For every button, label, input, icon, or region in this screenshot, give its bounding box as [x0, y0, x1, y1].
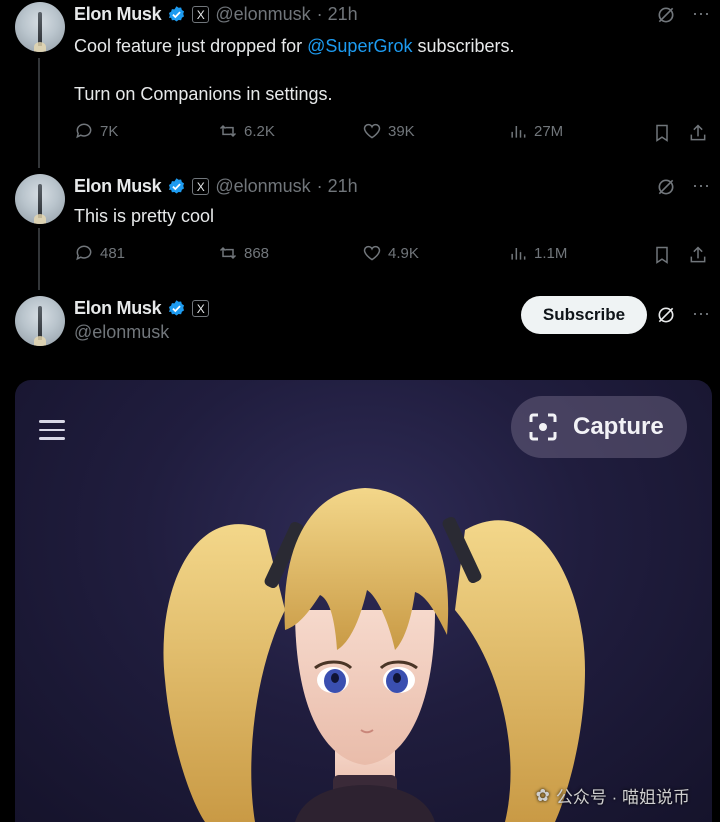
author-handle[interactable]: @elonmusk	[74, 322, 169, 343]
author-name[interactable]: Elon Musk	[74, 298, 162, 319]
subscribe-button[interactable]: Subscribe	[521, 296, 647, 334]
like-button[interactable]: 4.9K	[362, 243, 419, 263]
tweet-text-line-2: Turn on Companions in settings.	[74, 84, 333, 104]
tweet-text-line-1: Cool feature just dropped for @SuperGrok…	[74, 36, 515, 56]
face	[295, 610, 435, 765]
x-affiliate-badge: X	[192, 300, 210, 317]
avatar[interactable]	[15, 296, 65, 346]
heart-icon	[363, 245, 381, 261]
heart-icon	[363, 123, 381, 139]
like-button[interactable]: 39K	[362, 121, 415, 141]
avatar[interactable]	[15, 174, 65, 224]
verified-badge-icon	[169, 300, 185, 316]
left-pigtail	[163, 524, 285, 822]
reply-icon	[76, 123, 92, 139]
reply-button[interactable]: 481	[74, 243, 125, 263]
reply-button[interactable]: 7K	[74, 121, 118, 141]
repost-icon	[219, 124, 237, 138]
tweet-time[interactable]: · 21h	[317, 4, 358, 25]
bookmark-icon[interactable]	[652, 245, 672, 265]
more-options-icon[interactable]: ⋯	[692, 304, 710, 325]
companion-character	[163, 488, 585, 822]
share-icon[interactable]	[688, 123, 708, 143]
author-handle[interactable]: @elonmusk	[215, 176, 310, 197]
views-icon	[511, 126, 526, 138]
grok-icon[interactable]	[656, 5, 676, 25]
x-affiliate-badge: X	[192, 178, 210, 195]
repost-button[interactable]: 6.2K	[218, 121, 275, 141]
wechat-icon: ✿	[535, 785, 550, 805]
author-name[interactable]: Elon Musk	[74, 4, 162, 25]
tweet-media[interactable]: Capture ✿ 公众号 · 喵姐说币	[15, 380, 712, 822]
verified-badge-icon	[169, 6, 185, 22]
tweet-time[interactable]: · 21h	[317, 176, 358, 197]
tweet-text: This is pretty cool	[74, 206, 215, 226]
views-button[interactable]: 27M	[508, 121, 563, 141]
bookmark-icon[interactable]	[652, 123, 672, 143]
grok-icon[interactable]	[656, 177, 676, 197]
grok-icon[interactable]	[656, 305, 676, 325]
reply-icon	[76, 245, 92, 261]
tweet-1[interactable]: Elon Musk X @elonmusk · 21h ⋯ Cool featu…	[0, 0, 720, 170]
more-options-icon[interactable]: ⋯	[692, 4, 710, 25]
watermark: ✿ 公众号 · 喵姐说币	[535, 785, 690, 808]
author-handle[interactable]: @elonmusk	[215, 4, 310, 25]
views-button[interactable]: 1.1M	[508, 243, 567, 263]
author-name[interactable]: Elon Musk	[74, 176, 162, 197]
views-icon	[511, 248, 526, 260]
repost-button[interactable]: 868	[218, 243, 269, 263]
repost-icon	[219, 246, 237, 260]
verified-badge-icon	[169, 178, 185, 194]
mention-link[interactable]: @SuperGrok	[307, 36, 412, 56]
avatar[interactable]	[15, 2, 65, 52]
x-affiliate-badge: X	[192, 6, 210, 23]
more-options-icon[interactable]: ⋯	[692, 176, 710, 197]
share-icon[interactable]	[688, 245, 708, 265]
tweet-2[interactable]: Elon Musk X @elonmusk · 21h ⋯ This is pr…	[0, 170, 720, 290]
